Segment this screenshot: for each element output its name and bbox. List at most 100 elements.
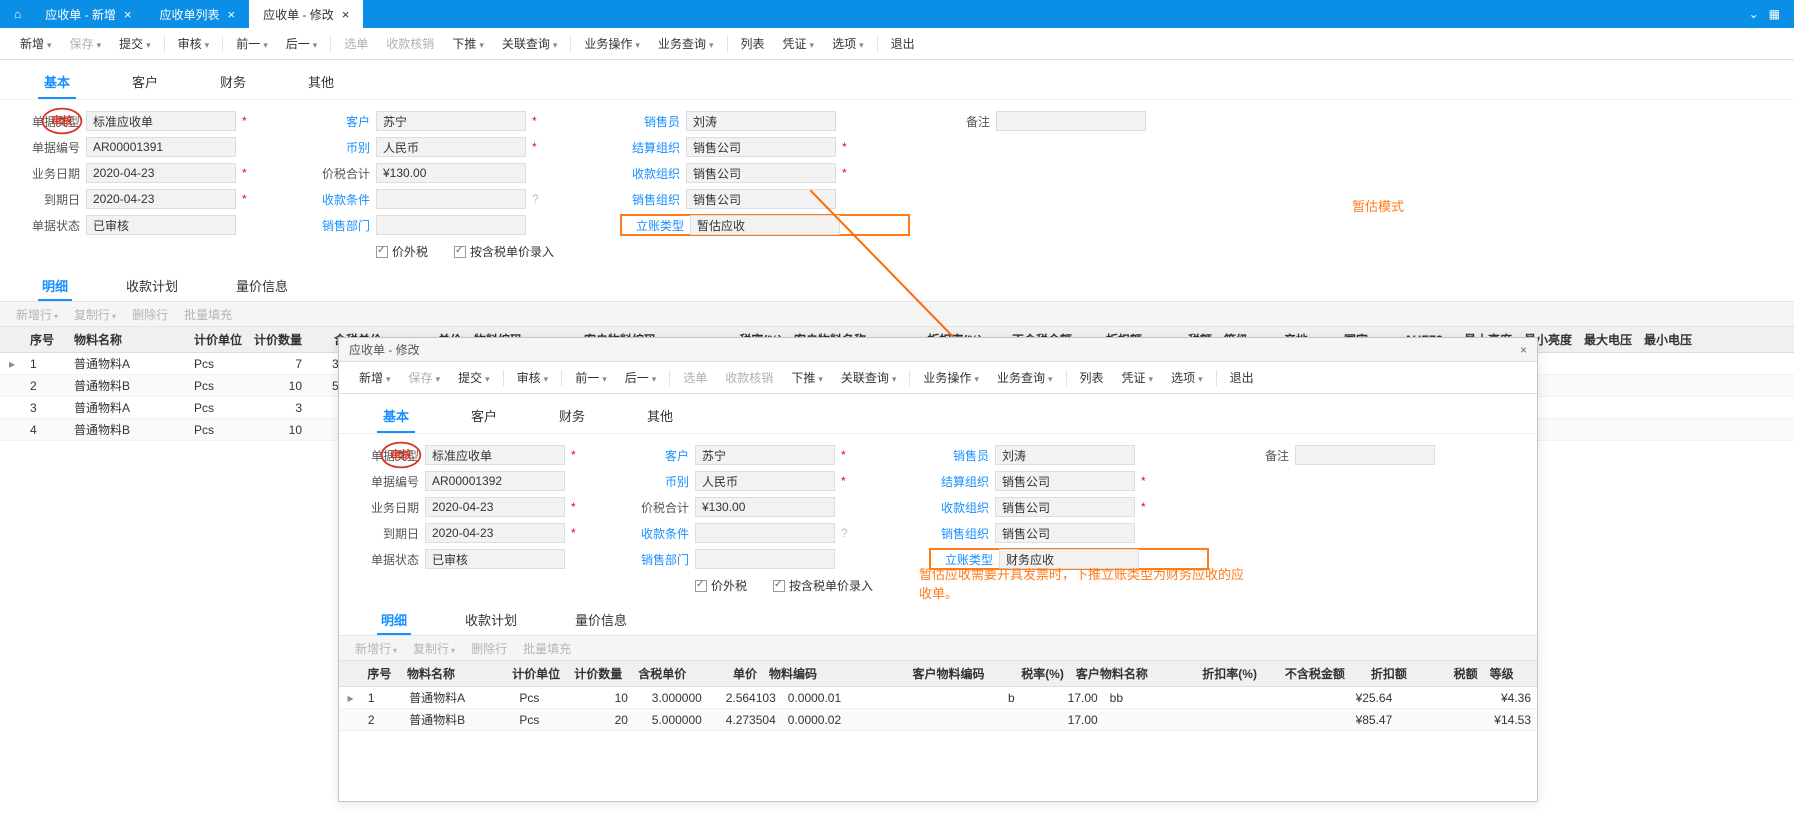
col-unit[interactable]: 计价单位 [188,331,248,348]
exit-button[interactable]: 退出 [1222,366,1262,390]
sale-dept-field[interactable] [695,549,835,569]
push-button[interactable]: 下推 [783,366,831,390]
col-discount[interactable]: 折扣率(%) [1192,665,1263,682]
cancel-audit-button[interactable]: 收款核销 [378,32,442,56]
doc-type-field[interactable]: 标准应收单 [425,445,565,465]
amount-field[interactable]: ¥130.00 [695,497,835,517]
col-amount[interactable]: 不含税金额 [1263,665,1351,682]
tab-payment-plan[interactable]: 收款计划 [122,274,182,301]
salesman-field[interactable]: 刘涛 [995,445,1135,465]
col-code[interactable]: 物料编码 [763,665,851,682]
list-button[interactable]: 列表 [1072,366,1112,390]
col-tax[interactable]: 税额 [1413,665,1484,682]
sale-dept-field[interactable] [376,215,526,235]
col-max-voltage[interactable]: 最大电压 [1578,331,1638,348]
submit-button[interactable]: 提交 [111,32,159,56]
label-settle-org[interactable]: 结算组织 [620,139,680,156]
next-button[interactable]: 后一 [617,366,665,390]
doc-no-field[interactable]: AR00001391 [86,137,236,157]
settle-org-field[interactable]: 销售公司 [686,137,836,157]
settle-org-field[interactable]: 销售公司 [995,471,1135,491]
table-row[interactable]: ▸1普通物料APcs103.0000002.5641030.0000.01b17… [339,687,1537,709]
currency-field[interactable]: 人民币 [376,137,526,157]
close-icon[interactable] [116,7,132,22]
assoc-query-button[interactable]: 关联查询 [833,366,905,390]
sale-org-field[interactable]: 销售公司 [686,189,836,209]
col-min-voltage[interactable]: 最小电压 [1638,331,1698,348]
del-row-button[interactable]: 删除行 [465,640,513,657]
label-recv-org[interactable]: 收款组织 [620,165,680,182]
tab-list[interactable]: 应收单列表 [146,0,250,28]
currency-field[interactable]: 人民币 [695,471,835,491]
copy-row-button[interactable]: 复制行 [407,640,461,657]
col-grade[interactable]: 等级 [1484,665,1537,682]
tab-new[interactable]: 应收单 - 新增 [31,0,145,28]
col-unit-price[interactable]: 单价 [692,665,763,682]
del-row-button[interactable]: 删除行 [126,306,174,323]
salesman-field[interactable]: 刘涛 [686,111,836,131]
grid-icon[interactable]: ▦ [1769,7,1780,21]
help-icon[interactable]: ? [841,526,848,540]
label-salesman[interactable]: 销售员 [929,447,989,464]
batch-fill-button[interactable]: 批量填充 [178,306,238,323]
acct-type-field[interactable]: 暂估应收 [690,215,840,235]
doc-type-field[interactable]: 标准应收单 [86,111,236,131]
sale-org-field[interactable]: 销售公司 [995,523,1135,543]
exit-button[interactable]: 退出 [883,32,923,56]
col-cust-code[interactable]: 客户物料编码 [851,665,991,682]
new-button[interactable]: 新增 [12,32,60,56]
tab-basic[interactable]: 基本 [38,68,76,99]
label-sale-org[interactable]: 销售组织 [929,525,989,542]
remark-field[interactable] [996,111,1146,131]
prev-button[interactable]: 前一 [228,32,276,56]
tab-finance[interactable]: 财务 [553,402,591,433]
submit-button[interactable]: 提交 [450,366,498,390]
prev-button[interactable]: 前一 [567,366,615,390]
biz-query-button[interactable]: 业务查询 [650,32,722,56]
home-icon[interactable]: ⌂ [4,7,31,21]
close-icon[interactable] [334,7,350,22]
biz-date-field[interactable]: 2020-04-23 [425,497,565,517]
tab-price-info[interactable]: 量价信息 [232,274,292,301]
label-pay-term[interactable]: 收款条件 [310,191,370,208]
col-cust-name[interactable]: 客户物料名称 [1070,665,1192,682]
audit-button[interactable]: 审核 [509,366,557,390]
tab-basic[interactable]: 基本 [377,402,415,433]
col-name[interactable]: 物料名称 [68,331,188,348]
recv-org-field[interactable]: 销售公司 [686,163,836,183]
select-button[interactable]: 选单 [336,32,376,56]
customer-field[interactable]: 苏宁 [695,445,835,465]
biz-op-button[interactable]: 业务操作 [915,366,987,390]
col-qty[interactable]: 计价数量 [568,665,621,682]
excl-tax-checkbox[interactable] [695,580,707,592]
add-row-button[interactable]: 新增行 [349,640,403,657]
new-button[interactable]: 新增 [351,366,399,390]
label-currency[interactable]: 币别 [310,139,370,156]
col-seq[interactable]: 序号 [24,331,68,348]
save-button[interactable]: 保存 [401,366,449,390]
expand-icon[interactable]: ⌄ [1749,7,1759,21]
label-sale-org[interactable]: 销售组织 [620,191,680,208]
tab-customer[interactable]: 客户 [126,68,164,99]
tab-price-info[interactable]: 量价信息 [571,608,631,635]
due-date-field[interactable]: 2020-04-23 [86,189,236,209]
close-icon[interactable]: × [1520,343,1527,357]
col-price[interactable]: 含税单价 [622,665,693,682]
incl-tax-checkbox[interactable] [454,246,466,258]
recv-org-field[interactable]: 销售公司 [995,497,1135,517]
doc-status-field[interactable]: 已审核 [86,215,236,235]
tab-customer[interactable]: 客户 [465,402,503,433]
select-button[interactable]: 选单 [675,366,715,390]
excl-tax-checkbox[interactable] [376,246,388,258]
label-recv-org[interactable]: 收款组织 [929,499,989,516]
col-disc-amt[interactable]: 折扣额 [1351,665,1413,682]
batch-fill-button[interactable]: 批量填充 [517,640,577,657]
push-button[interactable]: 下推 [444,32,492,56]
biz-query-button[interactable]: 业务查询 [989,366,1061,390]
biz-date-field[interactable]: 2020-04-23 [86,163,236,183]
list-button[interactable]: 列表 [733,32,773,56]
help-icon[interactable]: ? [532,192,539,206]
option-button[interactable]: 选项 [824,32,872,56]
col-tax-rate[interactable]: 税率(%) [991,665,1070,682]
tab-other[interactable]: 其他 [302,68,340,99]
